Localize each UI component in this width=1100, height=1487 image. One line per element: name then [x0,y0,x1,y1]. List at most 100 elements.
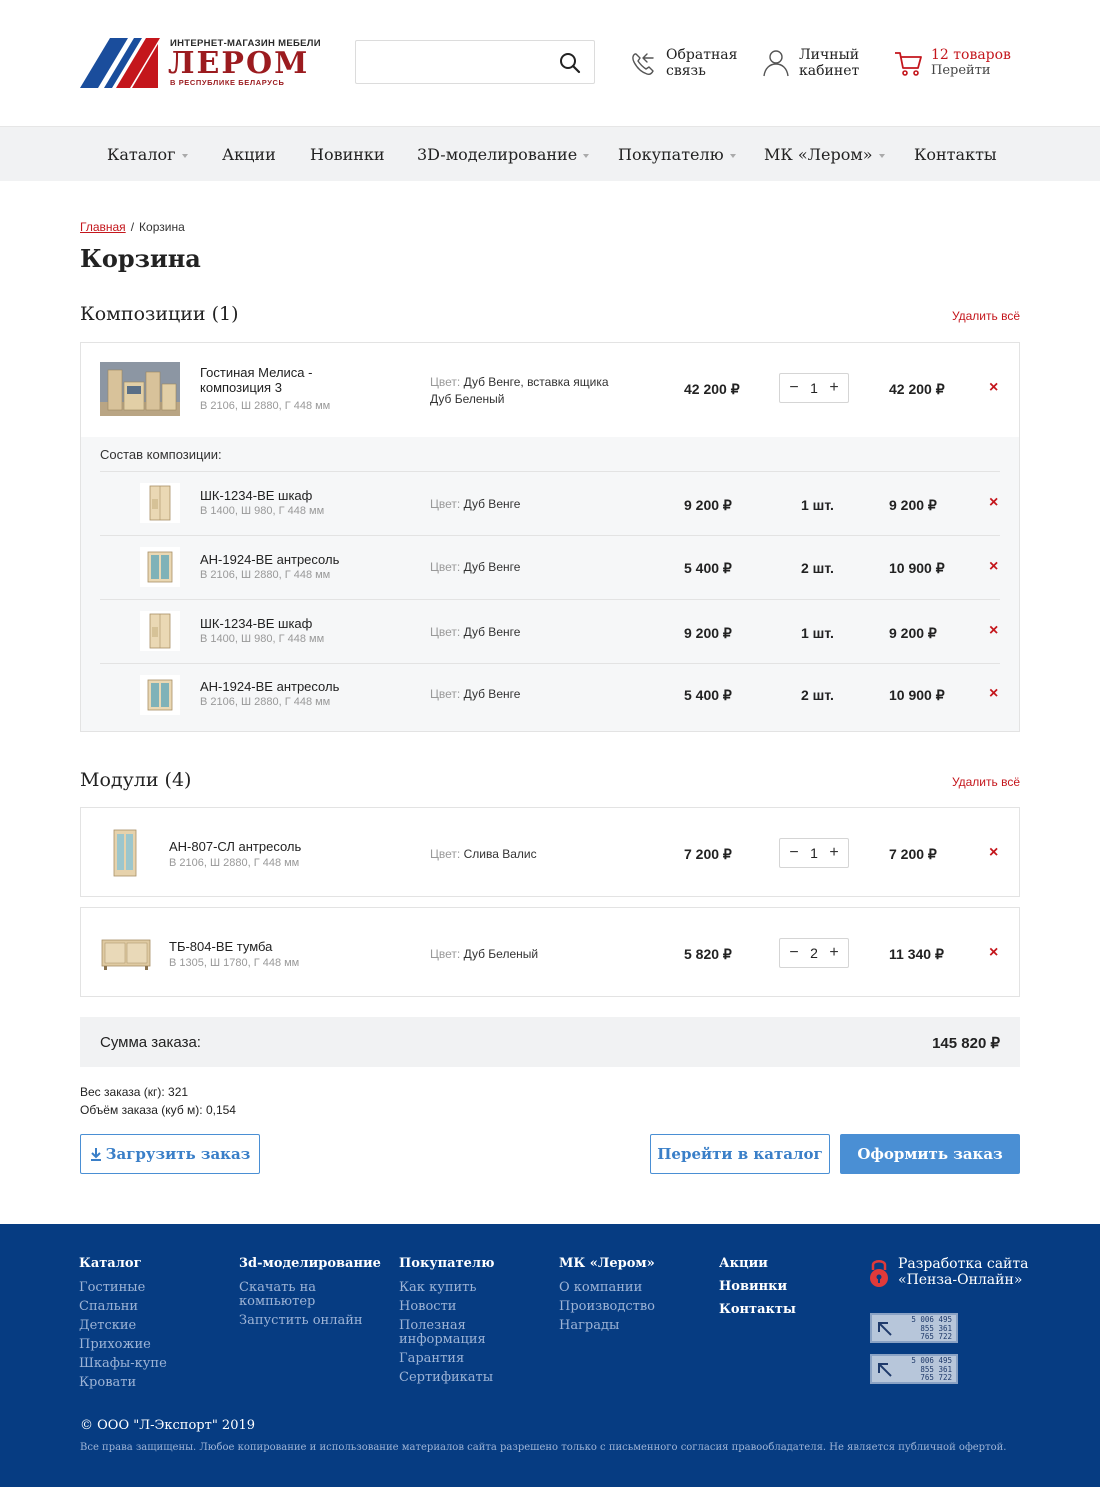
nav-catalog-label: Каталог [107,145,176,164]
cabinet-thumbnail[interactable] [140,547,180,587]
item-total: 9 200 ₽ [889,625,937,641]
remove-icon[interactable]: × [989,622,998,640]
footer-col-head[interactable]: Каталог [79,1256,219,1271]
breadcrumb-home[interactable]: Главная [80,220,126,234]
footer-link[interactable]: Полезная информация [399,1319,529,1347]
go-to-catalog-label: Перейти в каталог [657,1145,823,1163]
plus-icon[interactable]: + [828,944,840,962]
footer-link[interactable]: Как купить [399,1281,529,1295]
nav-catalog[interactable]: Каталог [107,127,188,182]
module-color: Цвет: Дуб Беленый [430,946,538,963]
footer-link[interactable]: Гостиные [79,1281,219,1295]
footer-link[interactable]: Новости [399,1300,529,1314]
checkout-button[interactable]: Оформить заказ [840,1134,1020,1174]
footer-link[interactable]: Прихожие [79,1338,219,1352]
module-total: 7 200 ₽ [889,846,937,862]
minus-icon[interactable]: − [788,379,800,397]
item-name[interactable]: ШК-1234-ВЕ шкаф [200,488,312,503]
composition-name[interactable]: Гостиная Мелиса - композиция 3 [200,365,312,395]
minus-icon[interactable]: − [788,944,800,962]
remove-icon[interactable]: × [989,944,998,962]
footer-link[interactable]: Кровати [79,1376,219,1390]
nav-buyer-label: Покупателю [618,145,724,164]
wardrobe-thumbnail[interactable] [140,611,180,651]
quantity-value[interactable]: 1 [810,845,818,861]
cabinet-thumbnail[interactable] [140,675,180,715]
nav-buyer[interactable]: Покупателю [618,127,736,182]
footer-sales-link[interactable]: Акции [719,1256,839,1271]
color-label: Цвет: [430,947,461,961]
nav-new[interactable]: Новинки [310,127,385,182]
footer-link[interactable]: Скачать на компьютер [239,1281,379,1309]
mezzanine-thumbnail[interactable] [100,828,150,878]
module-dims: В 2106, Ш 2880, Г 448 мм [169,857,300,869]
developer-line1: Разработка сайта [898,1256,1029,1272]
footer-link[interactable]: Производство [559,1300,699,1314]
nav-contacts[interactable]: Контакты [914,127,997,182]
remove-icon[interactable]: × [989,379,998,397]
footer-col-head[interactable]: Покупателю [399,1256,529,1271]
footer-col-head[interactable]: 3d-моделирование [239,1256,381,1271]
footer-link[interactable]: Спальни [79,1300,219,1314]
footer-link[interactable]: Награды [559,1319,699,1333]
item-name[interactable]: АН-1924-ВЕ антресоль [200,679,339,694]
nav-company-label: МК «Лером» [764,145,873,164]
footer-col-head[interactable]: МК «Лером» [559,1256,699,1271]
item-qty: 1 шт. [801,625,834,641]
item-qty: 1 шт. [801,497,834,513]
remove-icon[interactable]: × [989,685,998,703]
quantity-value[interactable]: 1 [810,380,818,396]
remove-icon[interactable]: × [989,558,998,576]
nav-company[interactable]: МК «Лером» [764,127,885,182]
item-name[interactable]: АН-1924-ВЕ антресоль [200,552,339,567]
module-card: АН-807-СЛ антресоль В 2106, Ш 2880, Г 44… [80,807,1020,897]
quantity-value[interactable]: 2 [810,945,818,961]
cart-link[interactable]: 12 товаров Перейти [893,46,1011,80]
color-label: Цвет: [430,625,461,639]
visit-counter[interactable]: 5 006 495 855 361 765 722 [870,1313,958,1343]
module-dims: В 1305, Ш 1780, Г 448 мм [169,957,300,969]
composition-price: 42 200 ₽ [684,381,740,397]
modules-delete-all[interactable]: Удалить всё [952,775,1020,789]
composition-item: ШК-1234-ВЕ шкаф В 1400, Ш 980, Г 448 мм … [81,472,1019,535]
composition-card: Гостиная Мелиса - композиция 3 В 2106, Ш… [80,342,1020,732]
logo[interactable]: ИНТЕРНЕТ-МАГАЗИН МЕБЕЛИ ЛЕРОМ В РЕСПУБЛИ… [80,38,325,90]
plus-icon[interactable]: + [828,844,840,862]
footer-link[interactable]: О компании [559,1281,699,1295]
wardrobe-thumbnail[interactable] [140,483,180,523]
account-link[interactable]: Личный кабинет [761,46,859,80]
footer-link[interactable]: Детские [79,1319,219,1333]
visit-counter[interactable]: 5 006 495 855 361 765 722 [870,1354,958,1384]
item-total: 9 200 ₽ [889,497,937,513]
footer-link[interactable]: Шкафы-купе [79,1357,219,1371]
footer-link[interactable]: Сертификаты [399,1371,529,1385]
composition-quantity-stepper: − 1 + [779,373,849,403]
plus-icon[interactable]: + [828,379,840,397]
callback-link[interactable]: Обратная связь [628,46,737,80]
compositions-delete-all[interactable]: Удалить всё [952,309,1020,323]
footer: Каталог Гостиные Спальни Детские Прихожи… [0,1224,1100,1487]
account-line1: Личный [799,47,860,63]
go-to-catalog-button[interactable]: Перейти в каталог [650,1134,830,1174]
footer-link[interactable]: Запустить онлайн [239,1314,379,1328]
module-name[interactable]: АН-807-СЛ антресоль [169,839,301,854]
footer-contacts-link[interactable]: Контакты [719,1302,839,1317]
module-name[interactable]: ТБ-804-ВЕ тумба [169,939,272,954]
item-dims: В 1400, Ш 980, Г 448 мм [200,505,325,517]
search-icon[interactable] [558,51,582,75]
cabinet-thumbnail[interactable] [100,932,152,974]
footer-link[interactable]: Гарантия [399,1352,529,1366]
item-color: Цвет: Дуб Венге [430,686,520,703]
upload-order-button[interactable]: Загрузить заказ [80,1134,260,1174]
living-room-thumbnail[interactable] [100,362,180,416]
nav-sales[interactable]: Акции [222,127,276,182]
composition-item: АН-1924-ВЕ антресоль В 2106, Ш 2880, Г 4… [81,664,1019,727]
footer-new-link[interactable]: Новинки [719,1279,839,1294]
item-name[interactable]: ШК-1234-ВЕ шкаф [200,616,312,631]
nav-3d[interactable]: 3D-моделирование [417,127,590,182]
search-input[interactable] [356,41,546,83]
remove-icon[interactable]: × [989,844,998,862]
minus-icon[interactable]: − [788,844,800,862]
developer-link[interactable]: Разработка сайта «Пенза-Онлайн» [868,1256,1028,1290]
remove-icon[interactable]: × [989,494,998,512]
